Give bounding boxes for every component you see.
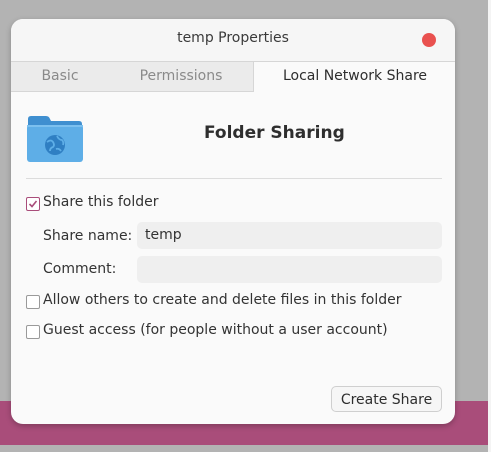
comment-input[interactable] — [137, 256, 442, 283]
tab-local-network-share[interactable]: Local Network Share — [253, 62, 455, 92]
divider — [26, 178, 442, 179]
allow-others-label[interactable]: Allow others to create and delete files … — [43, 292, 402, 308]
folder-share-icon — [26, 115, 84, 163]
checkmark-icon — [28, 200, 38, 208]
tab-bar: Basic Permissions Local Network Share — [11, 61, 455, 92]
guest-access-label[interactable]: Guest access (for people without a user … — [43, 322, 388, 338]
create-share-button[interactable]: Create Share — [331, 386, 442, 412]
close-button[interactable] — [422, 33, 436, 47]
share-this-folder-label[interactable]: Share this folder — [43, 194, 159, 210]
share-this-folder-checkbox[interactable] — [26, 197, 40, 211]
window-title: temp Properties — [177, 30, 289, 46]
allow-others-checkbox[interactable] — [26, 295, 40, 309]
properties-dialog: temp Properties Basic Permissions Local … — [11, 19, 455, 424]
tab-permissions[interactable]: Permissions — [109, 62, 253, 91]
share-name-input[interactable] — [137, 222, 442, 249]
tab-basic[interactable]: Basic — [11, 62, 109, 91]
guest-access-checkbox[interactable] — [26, 325, 40, 339]
section-heading: Folder Sharing — [204, 123, 345, 143]
share-name-label: Share name: — [43, 228, 133, 244]
title-bar: temp Properties — [11, 19, 455, 61]
comment-label: Comment: — [43, 261, 117, 277]
